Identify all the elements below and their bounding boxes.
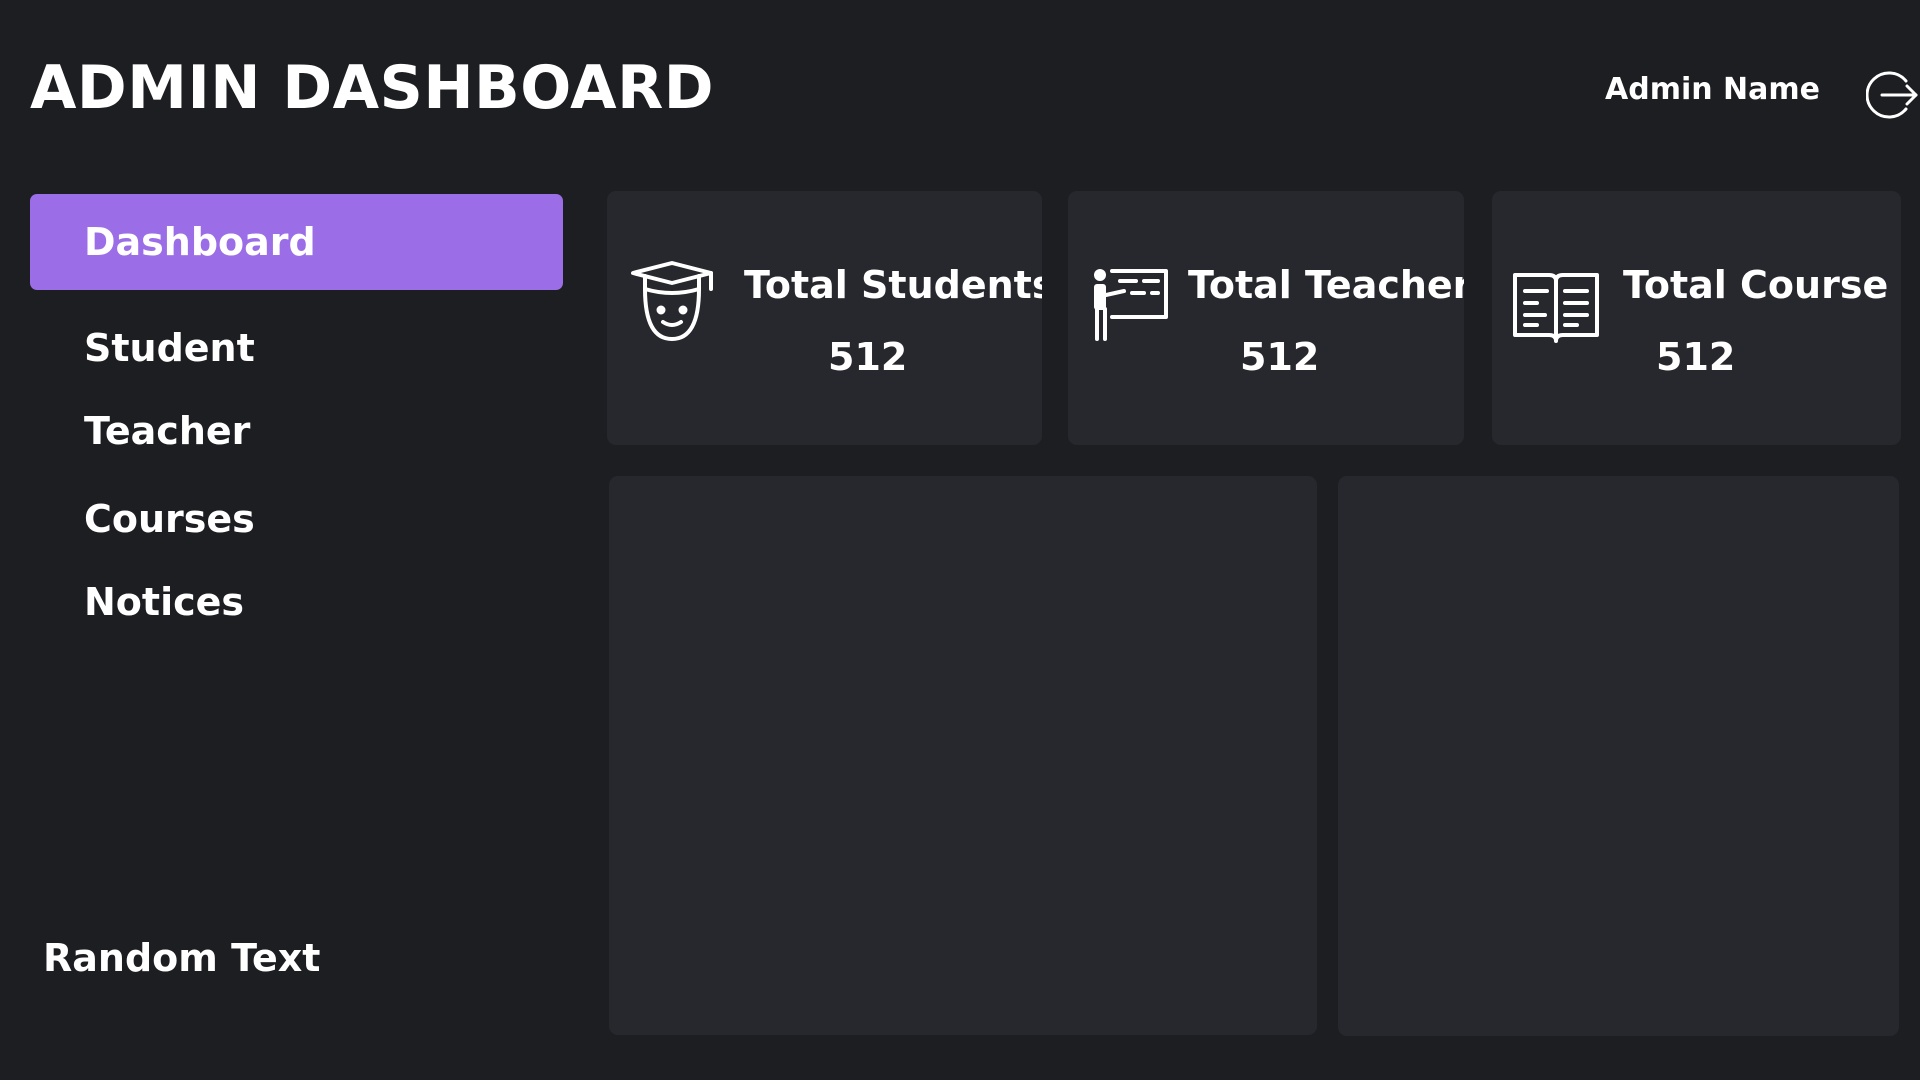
stat-card-students: Total Students 512	[607, 191, 1042, 445]
admin-name[interactable]: Admin Name	[1605, 70, 1820, 110]
admin-dashboard-page: ADMIN DASHBOARD Admin Name Dashboard Stu…	[0, 0, 1920, 1080]
sidebar-item-label: Teacher	[84, 409, 251, 453]
sidebar-item-label: Student	[84, 326, 255, 370]
stat-label: Total Students	[744, 263, 1042, 307]
stat-label: Total Course	[1623, 263, 1889, 307]
sidebar-item-label: Dashboard	[84, 220, 316, 264]
stat-card-teachers: Total Teachers 512	[1068, 191, 1464, 445]
sidebar-item-label: Courses	[84, 497, 255, 541]
sidebar-item-label: Notices	[84, 580, 245, 624]
sidebar-item-notices[interactable]: Notices	[30, 554, 563, 650]
logout-button[interactable]	[1866, 69, 1918, 121]
stat-card-courses: Total Course 512	[1492, 191, 1901, 445]
stat-value: 512	[1656, 335, 1736, 379]
open-book-icon	[1511, 269, 1601, 343]
content-panel-left	[609, 476, 1317, 1035]
sidebar-item-teacher[interactable]: Teacher	[30, 383, 563, 479]
page-title: ADMIN DASHBOARD	[30, 53, 715, 123]
stat-value: 512	[828, 335, 908, 379]
sidebar-item-courses[interactable]: Courses	[30, 471, 563, 567]
stat-label: Total Teachers	[1188, 263, 1464, 307]
sidebar-item-student[interactable]: Student	[30, 300, 563, 396]
teacher-board-icon	[1090, 267, 1170, 343]
content-panel-right	[1338, 476, 1899, 1036]
sidebar-footer-text: Random Text	[43, 936, 321, 980]
graduate-student-icon	[631, 259, 713, 341]
stat-value: 512	[1240, 335, 1320, 379]
sidebar-item-dashboard[interactable]: Dashboard	[30, 194, 563, 290]
logout-icon	[1866, 69, 1918, 121]
